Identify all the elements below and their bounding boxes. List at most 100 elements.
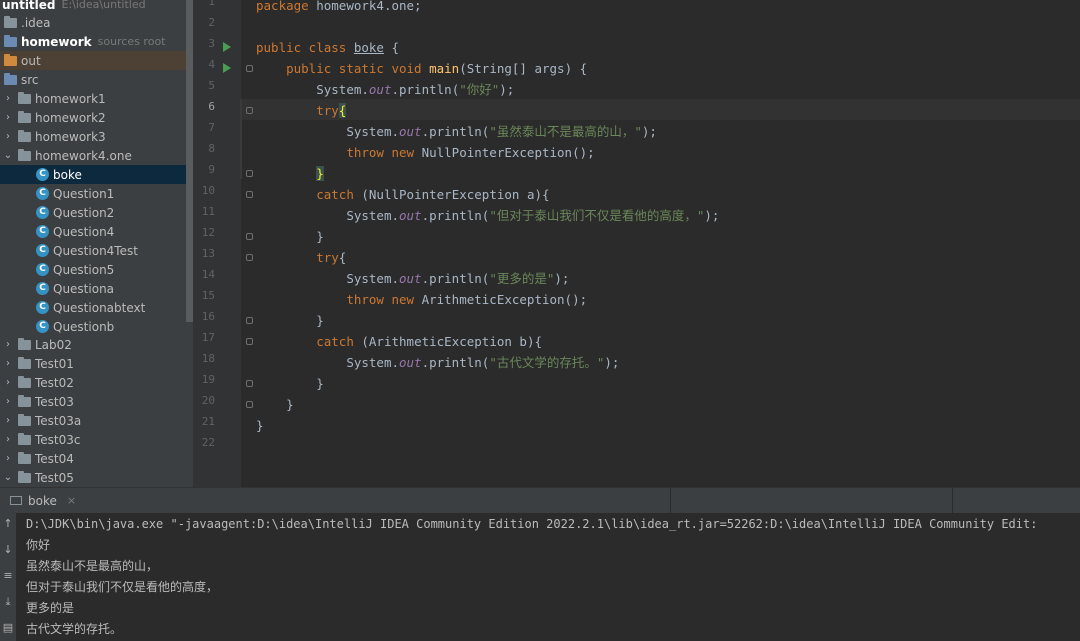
chevron-right-icon[interactable]: ›	[2, 396, 14, 407]
code-line-10[interactable]: catch (NullPointerException a){	[256, 184, 549, 205]
code-text: homework4.one;	[308, 0, 422, 13]
arrow-up-icon[interactable]: ↑	[2, 517, 14, 530]
chevron-right-icon[interactable]: ›	[2, 415, 14, 426]
tree-item-homework4-one[interactable]: ⌄ homework4.one	[0, 146, 186, 165]
code-line-5[interactable]: System.out.println("你好");	[256, 79, 514, 100]
tree-item-question4[interactable]: C Question4	[0, 222, 186, 241]
console-output-line: 虽然泰山不是最高的山，	[26, 559, 159, 573]
tree-item-test02[interactable]: › Test02	[0, 373, 186, 392]
fold-icon[interactable]	[246, 254, 253, 261]
code-line-4[interactable]: public static void main(String[] args) {	[256, 58, 587, 79]
code-line-20[interactable]: }	[256, 394, 294, 415]
run-console[interactable]: D:\JDK\bin\java.exe "-javaagent:D:\idea\…	[16, 513, 1080, 641]
tree-item-test03[interactable]: › Test03	[0, 392, 186, 411]
fold-icon[interactable]	[246, 107, 253, 114]
code-text: (ArithmeticException b){	[353, 334, 543, 349]
soft-wrap-icon[interactable]: ≡	[2, 569, 14, 582]
code-line-13[interactable]: try{	[256, 247, 346, 268]
tree-item-idea[interactable]: .idea	[0, 13, 186, 32]
chevron-right-icon[interactable]: ›	[2, 112, 14, 123]
tree-item-question4test[interactable]: C Question4Test	[0, 241, 186, 260]
close-icon[interactable]: ×	[67, 494, 76, 507]
java-class-icon: C	[36, 282, 49, 295]
code-line-1[interactable]: package homework4.one;	[256, 0, 422, 16]
run-class-icon[interactable]	[223, 42, 231, 52]
code-line-16[interactable]: }	[256, 310, 324, 331]
code-text: }	[316, 313, 324, 328]
tree-item-homework[interactable]: homework sources root	[0, 32, 186, 51]
fold-icon[interactable]	[246, 170, 253, 177]
code-line-7[interactable]: System.out.println("虽然泰山不是最高的山，");	[256, 121, 657, 142]
chevron-right-icon[interactable]: ›	[2, 339, 14, 350]
chevron-right-icon[interactable]: ›	[2, 358, 14, 369]
line-number: 22	[201, 436, 215, 449]
tree-item-label: homework	[21, 34, 92, 49]
tree-root-untitled[interactable]: untitled E:\idea\untitled	[0, 0, 186, 14]
code-line-18[interactable]: System.out.println("古代文学的存托。");	[256, 352, 619, 373]
run-main-icon[interactable]	[223, 63, 231, 73]
fold-icon[interactable]	[246, 233, 253, 240]
tree-item-homework2[interactable]: › homework2	[0, 108, 186, 127]
tree-item-question5[interactable]: C Question5	[0, 260, 186, 279]
tree-item-label: homework1	[35, 91, 106, 106]
chevron-right-icon[interactable]: ›	[2, 453, 14, 464]
chevron-down-icon[interactable]: ⌄	[2, 150, 14, 161]
code-line-19[interactable]: }	[256, 373, 324, 394]
line-number: 4	[208, 58, 215, 71]
code-editor[interactable]: 1 2 3 4 5 6 7 8 9 10 11 12 13 14 15 16 1…	[193, 0, 1080, 487]
code-line-11[interactable]: System.out.println("但对于泰山我们不仅是看他的高度，");	[256, 205, 719, 226]
code-line-17[interactable]: catch (ArithmeticException b){	[256, 331, 542, 352]
chevron-right-icon[interactable]: ›	[2, 131, 14, 142]
fold-icon[interactable]	[246, 191, 253, 198]
matched-brace: {	[338, 103, 347, 118]
code-text: }	[286, 397, 294, 412]
package-icon	[18, 394, 31, 407]
static-field: out	[399, 124, 422, 139]
tree-item-questiona[interactable]: C Questiona	[0, 279, 186, 298]
tree-item-homework3[interactable]: › homework3	[0, 127, 186, 146]
fold-icon[interactable]	[246, 401, 253, 408]
tree-item-boke[interactable]: C boke	[0, 165, 186, 184]
fold-icon[interactable]	[246, 380, 253, 387]
chevron-down-icon[interactable]: ⌄	[2, 472, 14, 483]
tree-item-src[interactable]: src	[0, 70, 186, 89]
arrow-down-icon[interactable]: ↓	[2, 543, 14, 556]
chevron-right-icon[interactable]: ›	[2, 434, 14, 445]
print-icon[interactable]: ▤	[2, 621, 14, 634]
line-number: 17	[201, 331, 215, 344]
tree-item-lab02[interactable]: › Lab02	[0, 335, 186, 354]
tree-item-question2[interactable]: C Question2	[0, 203, 186, 222]
code-line-15[interactable]: throw new ArithmeticException();	[256, 289, 587, 310]
project-scrollbar[interactable]	[186, 0, 193, 322]
scroll-to-end-icon[interactable]: ⤓	[2, 595, 14, 609]
code-text: );	[704, 208, 720, 223]
code-line-6[interactable]: try{	[256, 100, 347, 121]
code-line-21[interactable]: }	[256, 415, 264, 436]
tree-item-question1[interactable]: C Question1	[0, 184, 186, 203]
tree-item-questionb[interactable]: C Questionb	[0, 317, 186, 336]
run-tab-boke[interactable]: boke ×	[0, 488, 98, 513]
code-line-9[interactable]: }	[256, 163, 324, 184]
tree-item-test04[interactable]: › Test04	[0, 449, 186, 468]
tree-item-test01[interactable]: › Test01	[0, 354, 186, 373]
keyword: try	[316, 250, 339, 265]
tree-item-label: Test05	[35, 470, 74, 485]
code-line-12[interactable]: }	[256, 226, 324, 247]
code-line-8[interactable]: throw new NullPointerException();	[256, 142, 594, 163]
code-text: );	[641, 124, 657, 139]
fold-icon[interactable]	[246, 65, 253, 72]
static-field: out	[399, 271, 422, 286]
tree-item-out[interactable]: out	[0, 51, 186, 70]
code-line-3[interactable]: public class boke {	[256, 37, 399, 58]
fold-icon[interactable]	[246, 317, 253, 324]
tree-item-test03a[interactable]: › Test03a	[0, 411, 186, 430]
tree-item-homework1[interactable]: › homework1	[0, 89, 186, 108]
code-line-14[interactable]: System.out.println("更多的是");	[256, 268, 569, 289]
tree-item-questionabtext[interactable]: C Questionabtext	[0, 298, 186, 317]
tree-item-label: Questionb	[53, 319, 115, 334]
tree-item-test05[interactable]: ⌄ Test05	[0, 468, 186, 487]
tree-item-test03c[interactable]: › Test03c	[0, 430, 186, 449]
chevron-right-icon[interactable]: ›	[2, 93, 14, 104]
fold-icon[interactable]	[246, 338, 253, 345]
chevron-right-icon[interactable]: ›	[2, 377, 14, 388]
